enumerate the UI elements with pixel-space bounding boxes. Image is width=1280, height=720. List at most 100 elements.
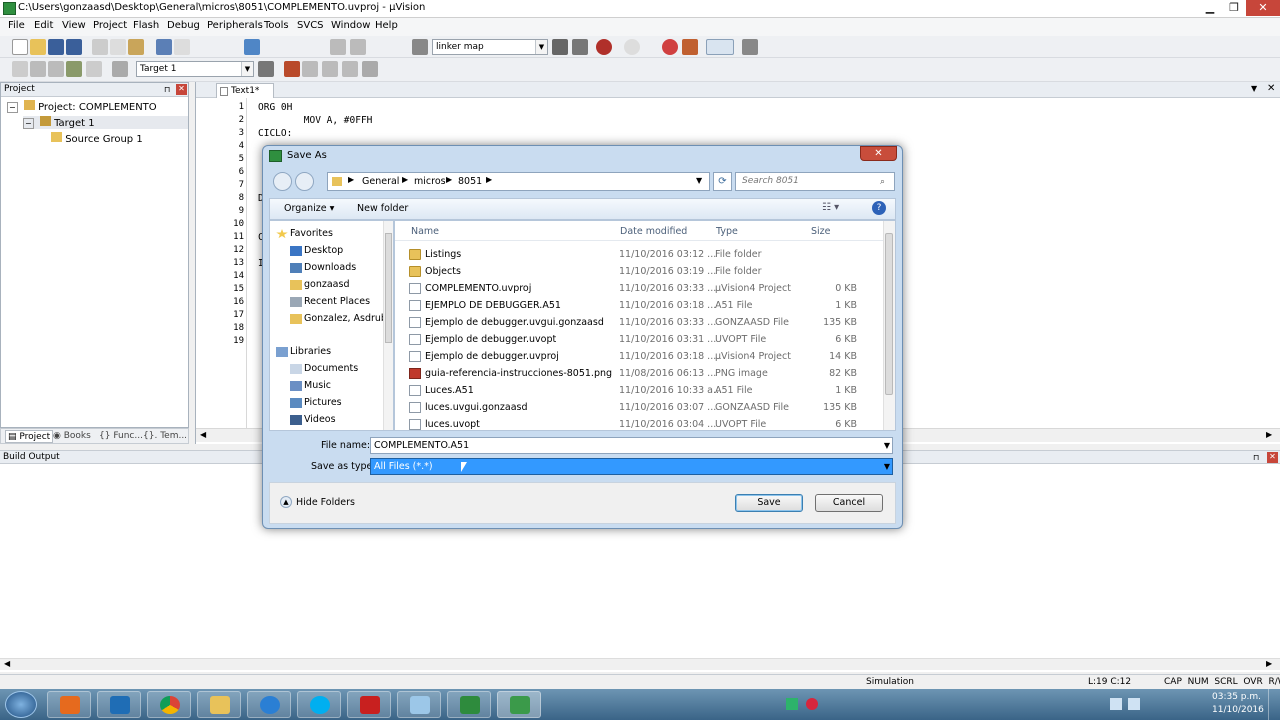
view-options-icon[interactable]: ☷ ▾ — [822, 202, 839, 213]
help-icon[interactable]: ? — [872, 201, 886, 215]
cut-icon[interactable] — [92, 39, 108, 55]
window-layout-icon[interactable] — [706, 39, 734, 55]
open-folder-icon[interactable] — [30, 39, 46, 55]
menu-debug[interactable]: Debug — [167, 20, 200, 31]
column-date[interactable]: Date modified — [620, 226, 687, 237]
menu-tools[interactable]: Tools — [264, 20, 289, 31]
pack-installer-icon[interactable] — [342, 61, 358, 77]
new-file-icon[interactable] — [12, 39, 28, 55]
search-icon[interactable]: ⌕ — [880, 174, 885, 191]
taskbar-media-player[interactable] — [47, 691, 91, 718]
file-row[interactable]: COMPLEMENTO.uvproj 11/10/2016 03:33 ... µV… — [401, 281, 881, 297]
breadcrumb-chevron-icon[interactable]: ▶ — [486, 175, 492, 184]
scroll-right-icon[interactable]: ▶ — [1266, 430, 1272, 439]
build-icon[interactable] — [30, 61, 46, 77]
taskbar-explorer[interactable] — [197, 691, 241, 718]
scroll-left-icon[interactable]: ◀ — [200, 430, 206, 439]
breakpoint-icon[interactable] — [624, 39, 640, 55]
menu-file[interactable]: File — [8, 20, 25, 31]
tray-network-icon[interactable] — [1110, 698, 1122, 710]
taskbar-camtasia[interactable] — [447, 691, 491, 718]
target-options-icon[interactable] — [258, 61, 274, 77]
clock-time[interactable]: 03:35 p.m. — [1212, 692, 1261, 702]
menu-help[interactable]: Help — [375, 20, 398, 31]
nav-gonzaasd[interactable]: gonzaasd — [304, 279, 349, 290]
save-button[interactable]: Save — [735, 494, 803, 512]
chevron-down-icon[interactable]: ▼ — [241, 62, 253, 76]
restore-button[interactable]: ❐ — [1221, 0, 1247, 16]
pin-icon[interactable]: ⊓ — [164, 83, 170, 96]
taskbar-skype[interactable] — [297, 691, 341, 718]
taskbar-acrobat[interactable] — [347, 691, 391, 718]
file-row[interactable]: Luces.A51 11/10/2016 10:33 a... A51 File 1 … — [401, 383, 881, 399]
incremental-find-icon[interactable] — [572, 39, 588, 55]
search-input[interactable]: Search 8051 ⌕ — [735, 172, 895, 191]
file-row[interactable]: Ejemplo de debugger.uvproj 11/10/2016 03:… — [401, 349, 881, 365]
breadcrumb-chevron-icon[interactable]: ▶ — [446, 175, 452, 184]
scroll-left-icon[interactable]: ◀ — [4, 659, 10, 668]
undo-icon[interactable] — [156, 39, 172, 55]
tree-node-source-group[interactable]: Source Group 1 — [51, 132, 143, 145]
column-type[interactable]: Type — [716, 226, 738, 237]
find-icon[interactable] — [552, 39, 568, 55]
breadcrumb-8051[interactable]: 8051 — [458, 176, 482, 187]
nav-music[interactable]: Music — [304, 380, 331, 391]
debug-start-icon[interactable] — [596, 39, 612, 55]
tray-antivirus-icon[interactable] — [806, 698, 818, 710]
close-tab-icon[interactable]: ✕ — [1267, 83, 1275, 94]
file-row[interactable]: Ejemplo de debugger.uvgui.gonzaasd 11/10/… — [401, 315, 881, 331]
chevron-down-icon[interactable]: ▼ — [884, 459, 890, 474]
runtime-environment-icon[interactable] — [362, 61, 378, 77]
address-breadcrumb[interactable]: ▶ General ▶ micros ▶ 8051 ▶ ▼ — [327, 172, 710, 191]
close-panel-icon[interactable]: ✕ — [1267, 452, 1278, 463]
configure-icon[interactable] — [742, 39, 758, 55]
chevron-down-icon[interactable]: ▼ — [535, 40, 547, 54]
find-combo[interactable]: linker map ▼ — [432, 39, 548, 55]
tree-node-project[interactable]: − Project: COMPLEMENTO — [7, 100, 157, 113]
unindent-icon[interactable] — [350, 39, 366, 55]
nav-favorites[interactable]: Favorites — [290, 228, 333, 239]
clock-date[interactable]: 11/10/2016 — [1212, 705, 1264, 715]
bookmark-icon[interactable] — [244, 39, 260, 55]
taskbar-outlook[interactable] — [97, 691, 141, 718]
show-desktop-button[interactable] — [1268, 689, 1280, 720]
taskbar-uvision[interactable] — [497, 691, 541, 718]
target-combo[interactable]: Target 1 ▼ — [136, 61, 254, 77]
save-icon[interactable] — [48, 39, 64, 55]
hide-folders-button[interactable]: Hide Folders — [296, 497, 355, 508]
file-list-scroll-thumb[interactable] — [885, 233, 893, 395]
batch-build-icon[interactable] — [66, 61, 82, 77]
rebuild-icon[interactable] — [48, 61, 64, 77]
taskbar-notepad[interactable] — [397, 691, 441, 718]
download-icon[interactable] — [112, 61, 128, 77]
file-row[interactable]: EJEMPLO DE DEBUGGER.A51 11/10/2016 03:18 … — [401, 298, 881, 314]
nav-downloads[interactable]: Downloads — [304, 262, 356, 273]
menu-project[interactable]: Project — [93, 20, 127, 31]
select-device-icon[interactable] — [322, 61, 338, 77]
scroll-right-icon[interactable]: ▶ — [1266, 659, 1272, 668]
start-button-icon[interactable] — [5, 691, 37, 718]
menu-peripherals[interactable]: Peripherals — [207, 20, 263, 31]
collapse-icon[interactable]: − — [23, 118, 34, 129]
file-extensions-icon[interactable] — [284, 61, 300, 77]
refresh-icon[interactable]: ⟳ — [713, 172, 732, 191]
nav-libraries[interactable]: Libraries — [290, 346, 331, 357]
tab-templates[interactable]: {}. Tem... — [143, 430, 187, 443]
tab-text1[interactable]: Text1* — [216, 83, 274, 98]
chevron-down-icon[interactable]: ▼ — [884, 438, 890, 453]
indent-icon[interactable] — [330, 39, 346, 55]
back-arrow-icon[interactable] — [273, 172, 292, 191]
find-in-files-icon[interactable] — [412, 39, 428, 55]
file-name-input[interactable]: COMPLEMENTO.A51 ▼ — [370, 437, 893, 454]
column-name[interactable]: Name — [411, 226, 439, 237]
save-all-icon[interactable] — [66, 39, 82, 55]
file-row[interactable]: luces.uvgui.gonzaasd 11/10/2016 03:07 ...… — [401, 400, 881, 416]
stop-build-icon[interactable] — [86, 61, 102, 77]
copy-icon[interactable] — [110, 39, 126, 55]
new-folder-button[interactable]: New folder — [357, 203, 408, 214]
menu-window[interactable]: Window — [331, 20, 370, 31]
dialog-close-button[interactable]: ✕ — [860, 146, 897, 161]
close-window-button[interactable]: ✕ — [1246, 0, 1280, 16]
menu-flash[interactable]: Flash — [133, 20, 159, 31]
manage-components-icon[interactable] — [302, 61, 318, 77]
